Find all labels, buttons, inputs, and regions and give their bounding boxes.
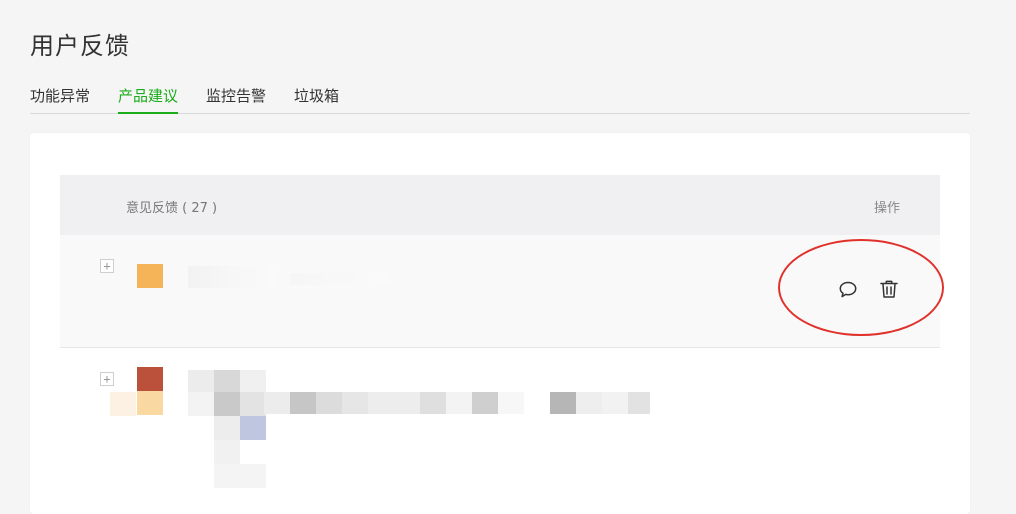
tab-monitoring-alerts[interactable]: 监控告警 [206,84,266,113]
table-header: 意见反馈 ( 27 ) 操作 [60,175,940,235]
avatar [137,367,163,415]
tab-feature-issues[interactable]: 功能异常 [30,84,90,113]
tab-bar: 功能异常 产品建议 监控告警 垃圾箱 [30,84,970,114]
delete-button[interactable] [878,278,900,300]
feedback-panel: 意见反馈 ( 27 ) 操作 + + [30,133,970,514]
blurred-content [264,392,650,414]
reply-button[interactable] [837,279,859,301]
trash-icon [880,280,898,298]
blurred-avatar-edge [110,392,136,416]
page-title: 用户反馈 [30,32,130,60]
tab-trash[interactable]: 垃圾箱 [294,84,339,113]
blurred-username [188,266,278,288]
expand-button[interactable]: + [100,259,114,273]
tab-product-suggestions[interactable]: 产品建议 [118,84,179,114]
column-header-actions: 操作 [873,201,900,216]
blurred-name-block [188,370,266,488]
comment-icon [839,281,857,298]
expand-button[interactable]: + [100,372,114,386]
avatar [137,264,163,288]
table-row: + [60,235,940,348]
table-row: + [60,348,940,514]
column-header-feedback: 意见反馈 ( 27 ) [126,201,218,216]
blurred-content [290,273,390,285]
